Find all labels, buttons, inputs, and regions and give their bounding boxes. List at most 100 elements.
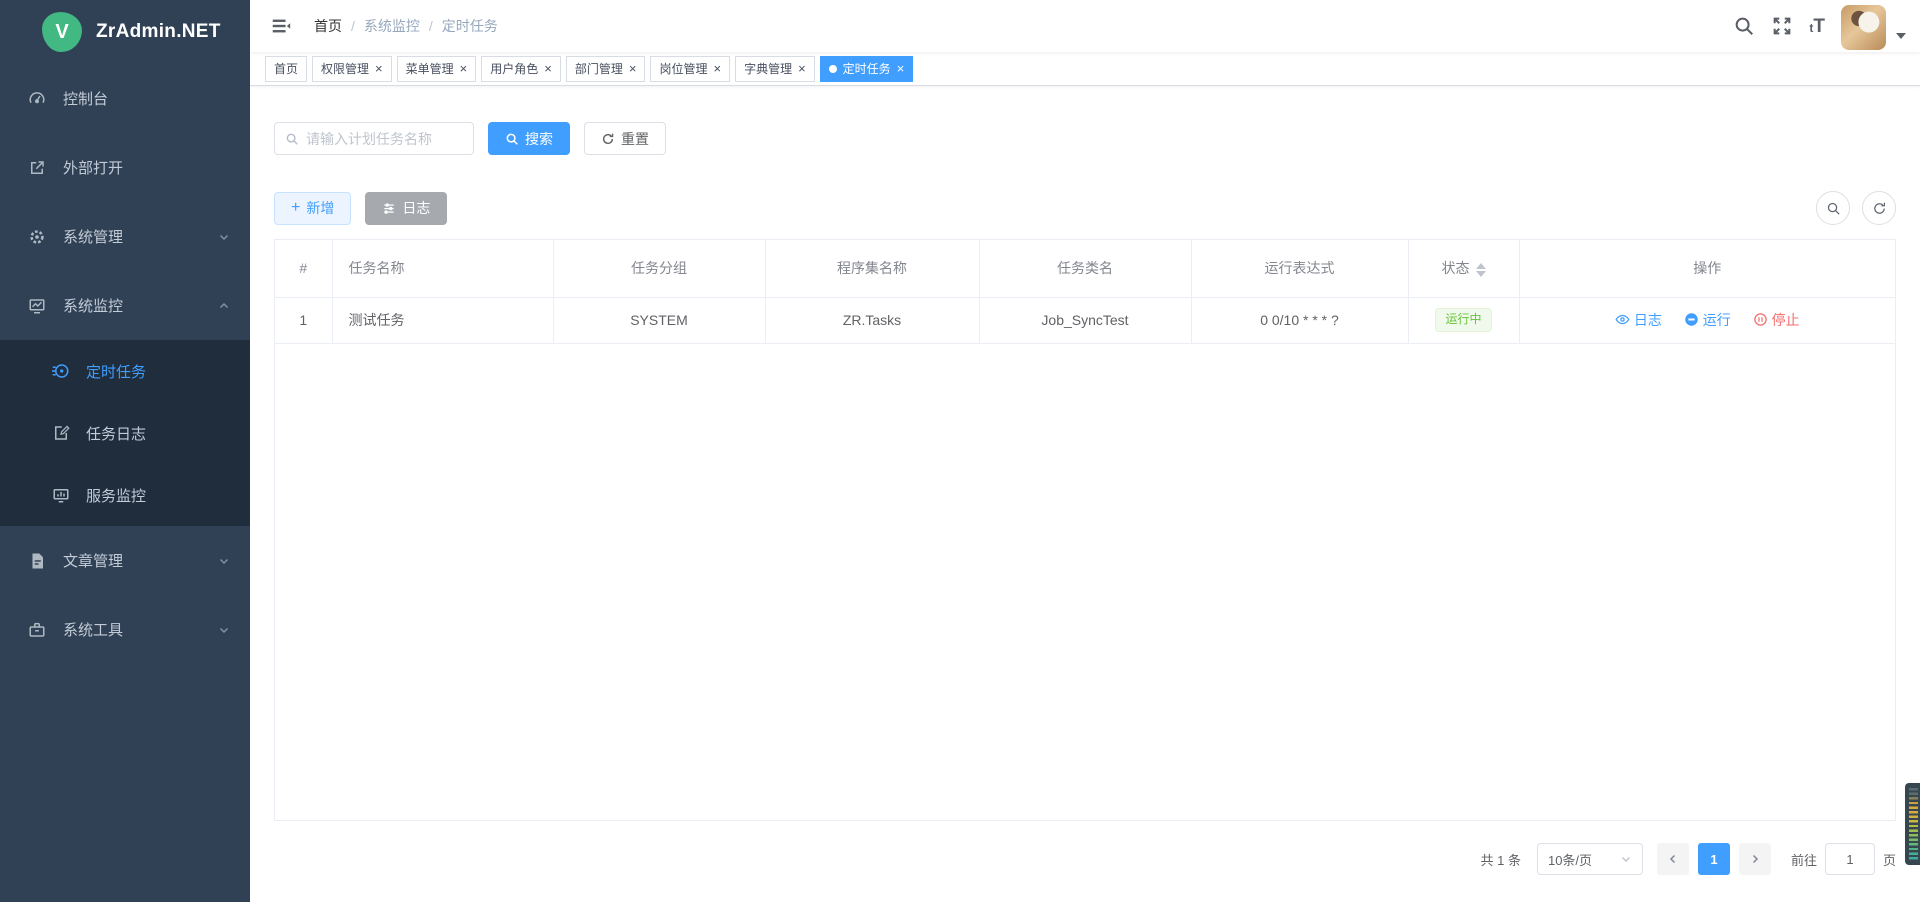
sidebar-item-label: 文章管理 xyxy=(63,550,218,571)
eye-icon xyxy=(1615,312,1630,327)
search-icon xyxy=(285,132,299,146)
task-log-icon xyxy=(52,424,70,442)
sidebar-item-label: 系统工具 xyxy=(63,619,218,640)
plus-icon: + xyxy=(291,200,300,216)
close-tab-icon[interactable]: × xyxy=(544,62,552,75)
pagination-total: 共 1 条 xyxy=(1481,850,1521,869)
add-button[interactable]: + 新增 xyxy=(274,192,351,225)
monitor-icon xyxy=(28,297,46,315)
stop-circle-icon xyxy=(1753,312,1768,327)
tab-home[interactable]: 首页 xyxy=(265,56,307,82)
close-tab-icon[interactable]: × xyxy=(460,62,468,75)
close-tab-icon[interactable]: × xyxy=(798,62,806,75)
goto-page: 前往 页 xyxy=(1791,843,1896,875)
tab-label: 部门管理 xyxy=(575,60,623,77)
tab-label: 首页 xyxy=(274,60,298,77)
close-tab-icon[interactable]: × xyxy=(629,62,637,75)
breadcrumb-separator: / xyxy=(429,18,433,34)
table-tools xyxy=(1816,191,1896,225)
sidebar-item-task-logs[interactable]: 任务日志 xyxy=(0,402,250,464)
sidebar-item-article-management[interactable]: 文章管理 xyxy=(0,526,250,595)
row-stop-link[interactable]: 停止 xyxy=(1753,310,1800,330)
chevron-down-icon xyxy=(218,624,230,636)
font-size-icon[interactable]: tT xyxy=(1809,17,1825,36)
app-logo[interactable]: V ZrAdmin.NET xyxy=(0,0,250,64)
search-icon xyxy=(1826,201,1841,216)
sidebar-item-server-monitor[interactable]: 服务监控 xyxy=(0,464,250,526)
equalizer-bars-icon xyxy=(1909,788,1918,860)
tags-view-bar: 首页 权限管理 × 菜单管理× 用户角色 × 部门管理 × 岗位管理× 字典管理× 定… xyxy=(250,52,1920,86)
header-search-icon[interactable] xyxy=(1733,15,1755,37)
prev-page-button[interactable] xyxy=(1657,843,1689,875)
col-cron: 运行表达式 xyxy=(1191,240,1408,297)
row-run-label: 运行 xyxy=(1703,310,1731,330)
goto-page-input[interactable] xyxy=(1825,843,1875,875)
search-button-label: 搜索 xyxy=(525,129,553,149)
chevron-up-icon xyxy=(218,300,230,312)
sort-caret-icon[interactable] xyxy=(1476,263,1486,277)
tab-menu-management[interactable]: 菜单管理× xyxy=(397,56,477,82)
row-run-link[interactable]: 运行 xyxy=(1684,310,1731,330)
collapse-sidebar-icon[interactable] xyxy=(270,15,292,37)
sidebar-submenu-system-monitor: 定时任务 任务日志 服务监控 xyxy=(0,340,250,526)
sidebar-item-system-tools[interactable]: 系统工具 xyxy=(0,595,250,664)
tab-post-management[interactable]: 岗位管理× xyxy=(650,56,730,82)
reset-button-label: 重置 xyxy=(621,129,649,149)
col-status[interactable]: 状态 xyxy=(1408,240,1519,297)
cell-assembly: ZR.Tasks xyxy=(765,297,979,343)
close-tab-icon[interactable]: × xyxy=(897,62,905,75)
tab-scheduled-tasks[interactable]: 定时任务 × xyxy=(820,56,914,82)
goto-label: 前往 xyxy=(1791,850,1817,869)
sidebar-item-label: 服务监控 xyxy=(86,485,230,506)
row-log-link[interactable]: 日志 xyxy=(1615,310,1662,330)
user-menu[interactable] xyxy=(1841,3,1906,50)
sidebar-item-external-open[interactable]: 外部打开 xyxy=(0,133,250,202)
page-size-select[interactable]: 10条/页 xyxy=(1537,843,1643,875)
row-stop-label: 停止 xyxy=(1772,310,1800,330)
task-name-input[interactable] xyxy=(306,131,487,147)
col-assembly: 程序集名称 xyxy=(765,240,979,297)
cell-task-group: SYSTEM xyxy=(553,297,765,343)
breadcrumb-separator: / xyxy=(351,18,355,34)
sidebar-item-scheduled-tasks[interactable]: 定时任务 xyxy=(0,340,250,402)
user-avatar[interactable] xyxy=(1841,5,1886,50)
log-button[interactable]: 日志 xyxy=(365,192,447,225)
next-page-button[interactable] xyxy=(1739,843,1771,875)
page-number-button[interactable]: 1 xyxy=(1698,843,1730,875)
log-button-label: 日志 xyxy=(402,198,430,218)
tab-permission-management[interactable]: 权限管理 × xyxy=(312,56,392,82)
sidebar-item-label: 控制台 xyxy=(63,88,230,109)
logo-letter: V xyxy=(55,21,68,44)
close-tab-icon[interactable]: × xyxy=(713,62,721,75)
page-size-value: 10条/页 xyxy=(1548,850,1592,869)
close-tab-icon[interactable]: × xyxy=(375,62,383,75)
sidebar: V ZrAdmin.NET 控制台 外部打开 系统管理 系统监控 定时任务 任务… xyxy=(0,0,250,902)
breadcrumb-home[interactable]: 首页 xyxy=(314,16,342,36)
pause-circle-icon xyxy=(1684,312,1699,327)
top-navbar: 首页 / 系统监控 / 定时任务 tT xyxy=(250,0,1920,52)
reset-button[interactable]: 重置 xyxy=(584,122,666,155)
external-link-icon xyxy=(28,159,46,177)
chevron-down-icon xyxy=(1620,853,1632,865)
tab-department-management[interactable]: 部门管理 × xyxy=(566,56,646,82)
cell-class-name: Job_SyncTest xyxy=(979,297,1191,343)
sidebar-item-dashboard[interactable]: 控制台 xyxy=(0,64,250,133)
tab-dict-management[interactable]: 字典管理× xyxy=(735,56,815,82)
sidebar-item-system-monitor[interactable]: 系统监控 xyxy=(0,271,250,340)
search-button[interactable]: 搜索 xyxy=(488,122,570,155)
refresh-table-button[interactable] xyxy=(1862,191,1896,225)
sidebar-item-label: 定时任务 xyxy=(86,361,230,382)
sidebar-item-system-management[interactable]: 系统管理 xyxy=(0,202,250,271)
cell-status: 运行中 xyxy=(1408,297,1519,343)
fullscreen-icon[interactable] xyxy=(1771,15,1793,37)
tab-label: 权限管理 xyxy=(321,60,369,77)
tab-user-roles[interactable]: 用户角色 × xyxy=(481,56,561,82)
chevron-down-icon xyxy=(218,555,230,567)
tab-label: 定时任务 xyxy=(843,60,891,77)
navbar-right-tools: tT xyxy=(1733,3,1906,50)
show-search-toggle-button[interactable] xyxy=(1816,191,1850,225)
chevron-down-icon xyxy=(218,231,230,243)
tab-label: 用户角色 xyxy=(490,60,538,77)
table-row[interactable]: 1 测试任务 SYSTEM ZR.Tasks Job_SyncTest 0 0/… xyxy=(275,297,1895,343)
equalizer-widget[interactable] xyxy=(1905,783,1920,865)
